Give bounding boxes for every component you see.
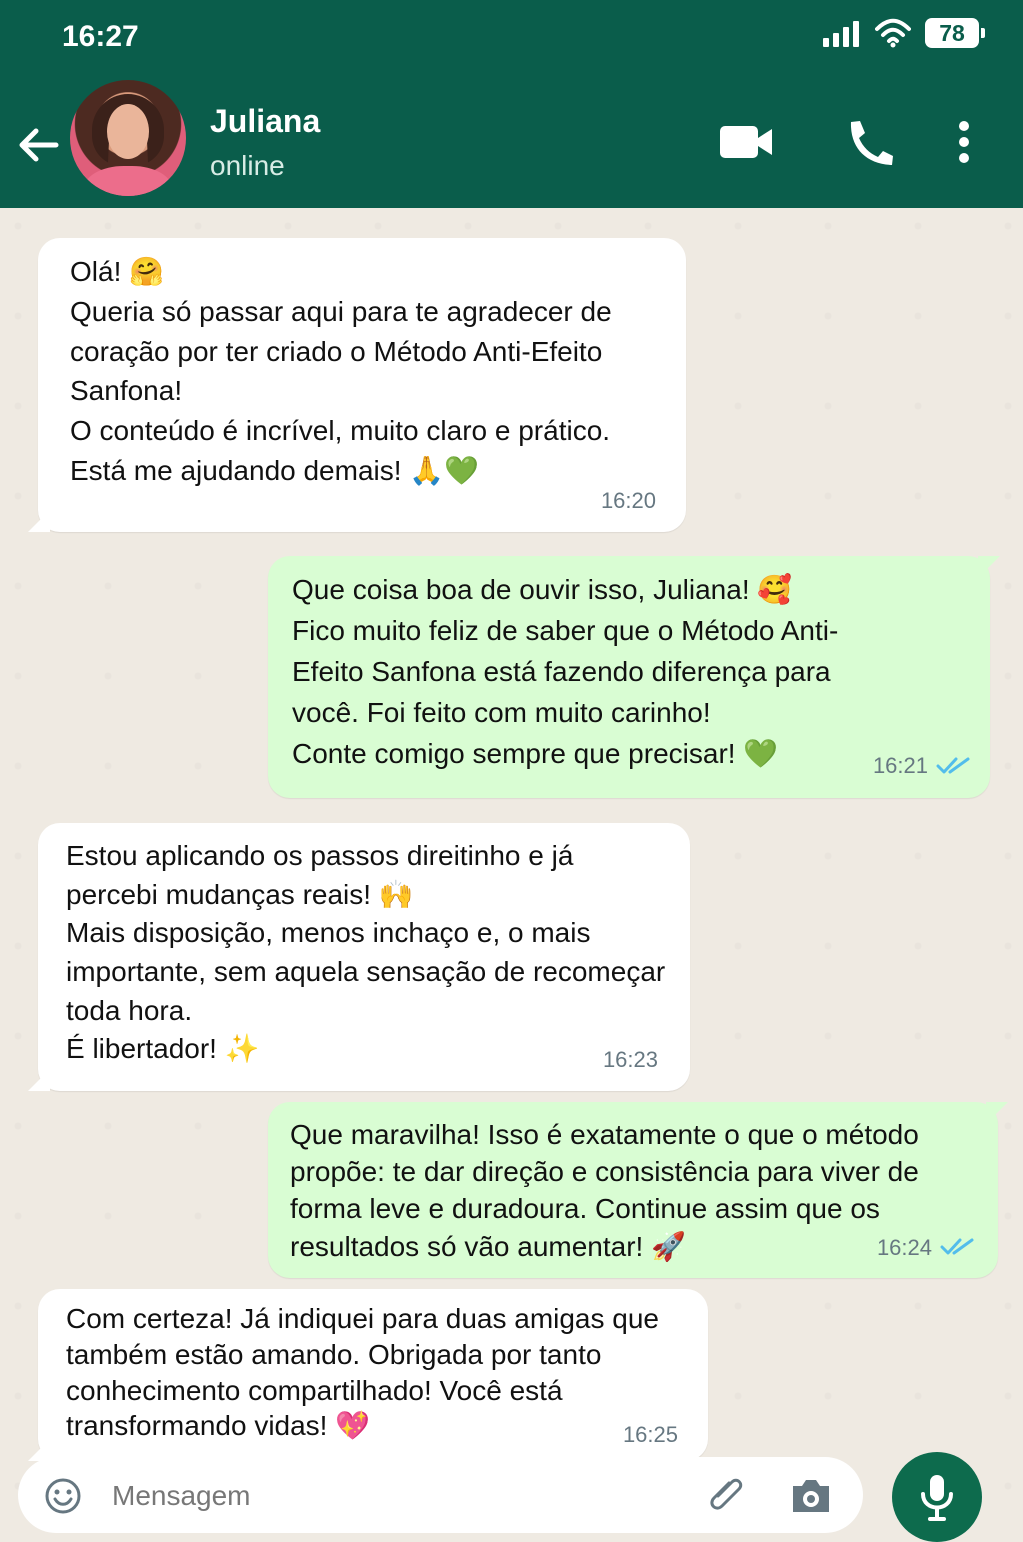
read-receipt-icon — [936, 757, 970, 774]
message-input[interactable] — [110, 1475, 674, 1517]
voice-call-icon[interactable] — [838, 118, 894, 166]
message-line: resultados só vão aumentar! 🚀 — [290, 1230, 686, 1262]
message-line: toda hora. — [66, 994, 193, 1026]
status-time: 16:27 — [62, 20, 139, 53]
emoji-icon[interactable] — [44, 1477, 82, 1515]
message-line: Que coisa boa de ouvir isso, Juliana! 🥰 — [292, 574, 793, 605]
contact-presence: online — [210, 150, 285, 181]
message-time: 16:24 — [877, 1233, 974, 1262]
message-line: Está me ajudando demais! 🙏💚 — [70, 454, 480, 486]
message-line: Que maravilha! Isso é exatamente o que o… — [290, 1119, 919, 1150]
message-line: propõe: te dar direção e consistência pa… — [290, 1156, 919, 1188]
message-list[interactable]: Olá! 🤗 Queria só passar aqui para te agr… — [0, 208, 1023, 1537]
message-bubble[interactable]: Que coisa boa de ouvir isso, Juliana! 🥰 … — [268, 556, 990, 798]
message-line: também estão amando. Obrigada por tanto — [66, 1338, 602, 1370]
back-arrow-icon[interactable] — [14, 124, 62, 166]
status-icons: 78 — [823, 18, 985, 48]
message-time: 16:23 — [602, 1046, 658, 1072]
message-line: Fico muito feliz de saber que o Método A… — [292, 614, 839, 646]
read-receipt-icon — [940, 1238, 974, 1255]
message-bubble[interactable]: Que maravilha! Isso é exatamente o que o… — [268, 1102, 998, 1278]
contact-name[interactable]: Juliana — [210, 103, 320, 140]
message-line: coração por ter criado o Método Anti-Efe… — [70, 335, 603, 367]
message-line: conhecimento compartilhado! Você está — [66, 1374, 563, 1406]
battery-icon: 78 — [925, 18, 985, 48]
message-time: 16:21 — [873, 750, 970, 782]
message-composer — [18, 1457, 863, 1533]
message-line: Olá! 🤗 — [70, 256, 164, 287]
contact-avatar[interactable] — [70, 80, 186, 196]
message-line: Estou aplicando os passos direitinho e j… — [66, 840, 574, 871]
message-bubble[interactable]: Com certeza! Já indiquei para duas amiga… — [38, 1289, 708, 1461]
message-line: Com certeza! Já indiquei para duas amiga… — [66, 1303, 660, 1334]
message-time: 16:20 — [600, 487, 656, 513]
message-bubble[interactable]: Estou aplicando os passos direitinho e j… — [38, 823, 690, 1091]
camera-icon[interactable] — [788, 1475, 834, 1517]
message-line: O conteúdo é incrível, muito claro e prá… — [70, 415, 611, 446]
signal-icon — [823, 21, 859, 47]
more-icon[interactable] — [942, 118, 986, 166]
message-line: importante, sem aquela sensação de recom… — [66, 955, 666, 987]
video-call-icon[interactable] — [718, 118, 774, 166]
message-line: transformando vidas! 💖 — [66, 1410, 371, 1442]
message-line: Conte comigo sempre que precisar! 💚 — [292, 737, 779, 769]
chat-header: 16:27 78 Juliana online — [0, 0, 1023, 208]
message-line: Mais disposição, menos inchaço e, o mais — [66, 917, 591, 949]
message-line: Efeito Sanfona está fazendo diferença pa… — [292, 655, 831, 687]
message-line: forma leve e duradoura. Continue assim q… — [290, 1193, 880, 1225]
attachment-icon[interactable] — [704, 1473, 748, 1517]
message-line: É libertador! ✨ — [66, 1033, 260, 1065]
message-line: Sanfona! — [70, 375, 183, 407]
microphone-icon — [921, 1475, 953, 1521]
microphone-button[interactable] — [892, 1452, 982, 1542]
message-bubble[interactable]: Olá! 🤗 Queria só passar aqui para te agr… — [38, 238, 686, 532]
message-line: Queria só passar aqui para te agradecer … — [70, 295, 612, 327]
message-line: percebi mudanças reais! 🙌 — [66, 878, 414, 910]
message-time: 16:25 — [622, 1421, 678, 1447]
wifi-icon — [875, 18, 911, 48]
message-line: você. Foi feito com muito carinho! — [292, 696, 711, 728]
